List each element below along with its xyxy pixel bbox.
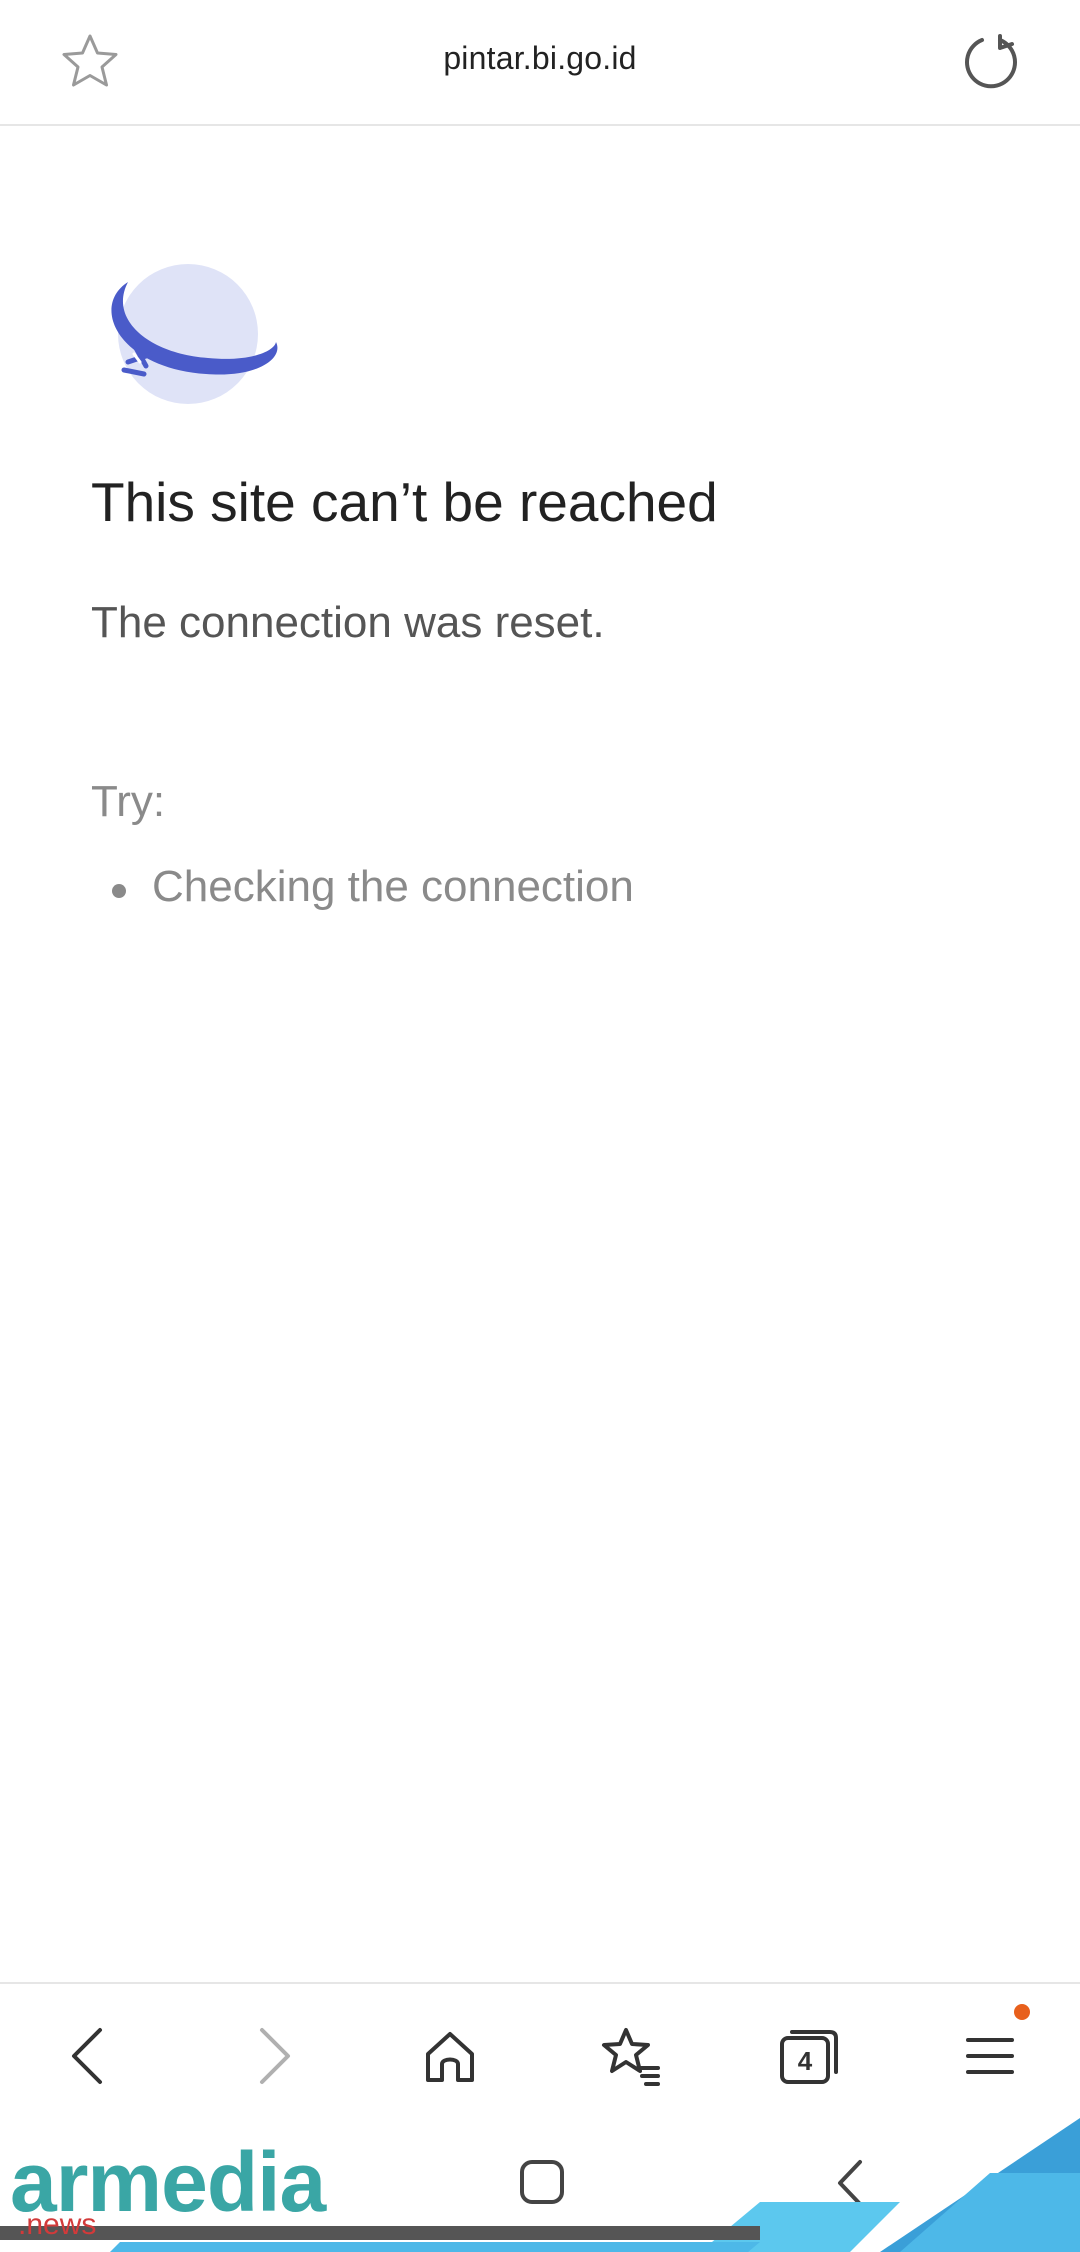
tabs-count: 4 <box>797 2046 813 2076</box>
suggestion-list: Checking the connection <box>110 862 634 912</box>
back-icon[interactable] <box>58 2024 122 2088</box>
suggestion-item: Checking the connection <box>110 862 634 912</box>
planet-error-icon <box>111 264 278 404</box>
home-icon[interactable] <box>418 2024 482 2088</box>
browser-page: pintar.bi.go.id This site can’t be reach… <box>0 0 1080 2252</box>
bookmarks-icon[interactable] <box>598 2024 662 2088</box>
try-label: Try: <box>91 777 166 826</box>
reload-icon[interactable] <box>958 30 1022 94</box>
watermark-logo-sub: .news <box>18 2208 97 2241</box>
address-bar: pintar.bi.go.id <box>0 0 1080 126</box>
tabs-button[interactable]: 4 <box>778 2024 842 2088</box>
forward-icon[interactable] <box>240 2024 304 2088</box>
menu-icon <box>966 2038 1014 2074</box>
url-text[interactable]: pintar.bi.go.id <box>0 40 1080 77</box>
error-title: This site can’t be reached <box>91 471 718 533</box>
menu-button[interactable] <box>958 2004 1030 2088</box>
error-message: The connection was reset. <box>91 598 605 647</box>
bottom-toolbar: 4 <box>0 1982 1080 2120</box>
notification-dot <box>1014 2004 1030 2020</box>
